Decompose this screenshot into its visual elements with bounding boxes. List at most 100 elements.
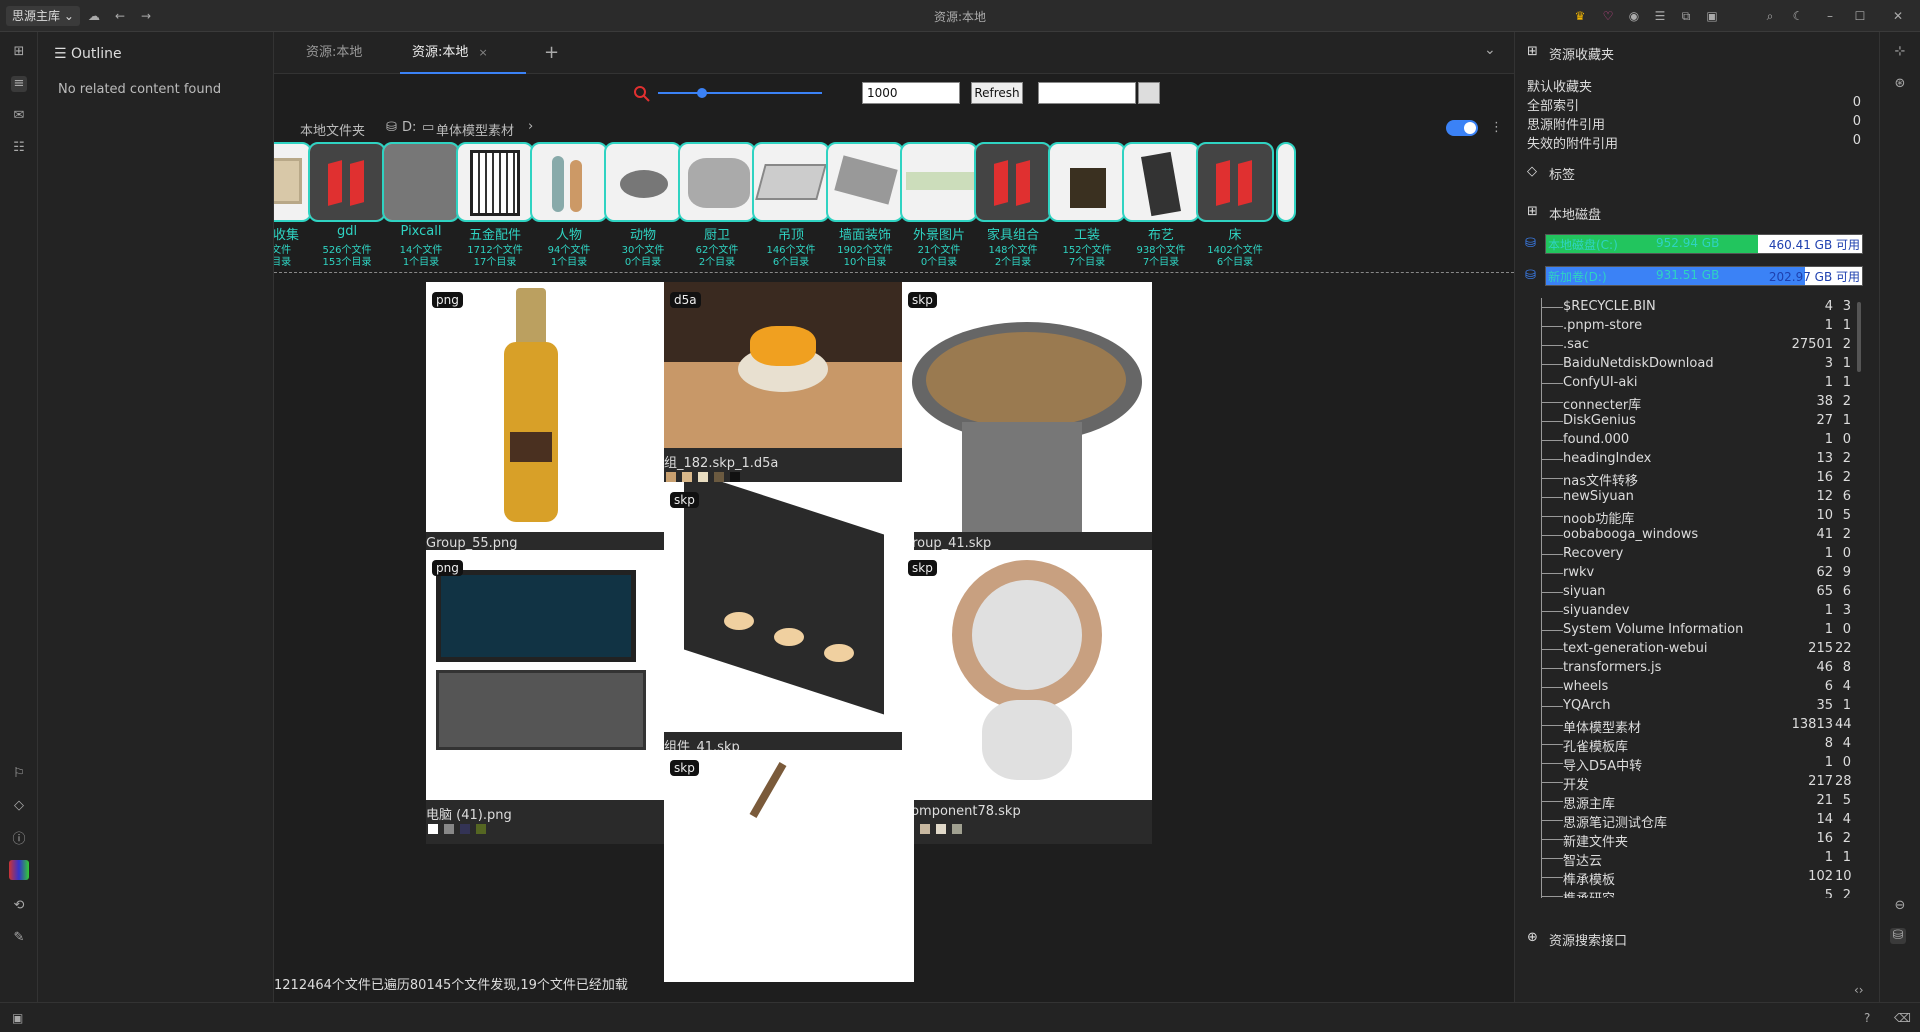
tab-list-chevron-icon[interactable]: ⌄ <box>1484 42 1496 58</box>
folder-card[interactable]: gdl 526个文件 153个目录 <box>306 140 388 268</box>
tree-folder-item[interactable]: noob功能库 10 5 <box>1515 507 1855 527</box>
list-icon[interactable]: ☰ <box>1652 8 1668 24</box>
tree-folder-item[interactable]: 榫承研究 5 2 <box>1515 887 1855 898</box>
heart-icon[interactable]: ♡ <box>1600 8 1616 24</box>
tree-folder-item[interactable]: DiskGenius 27 1 <box>1515 412 1855 431</box>
tree-folder-item[interactable]: Recovery 1 0 <box>1515 545 1855 564</box>
folder-card[interactable]: 床 1402个文件 6个目录 <box>1194 140 1276 268</box>
tab-close-icon[interactable]: × <box>479 46 488 59</box>
tree-folder-item[interactable]: .sac 27501 2 <box>1515 336 1855 355</box>
folder-card[interactable]: 吊顶 146个文件 6个目录 <box>750 140 832 268</box>
tag-icon[interactable]: ◇ <box>11 798 27 814</box>
tree-folder-item[interactable]: BaiduNetdiskDownload 3 1 <box>1515 355 1855 374</box>
asset-card[interactable]: skp 组件_41.skp <box>664 482 914 776</box>
favorite-item[interactable]: 失效的附件引用 <box>1527 133 1618 152</box>
tree-folder-item[interactable]: 思源笔记测试仓库 14 4 <box>1515 811 1855 831</box>
tree-folder-item[interactable]: $RECYCLE.BIN 4 3 <box>1515 298 1855 317</box>
terminal-icon[interactable]: ▣ <box>1704 8 1720 24</box>
tree-folder-item[interactable]: wheels 6 4 <box>1515 678 1855 697</box>
code-icon[interactable]: ‹› <box>1854 983 1864 997</box>
dock-toggle-icon[interactable]: ▣ <box>12 1011 23 1025</box>
tab-resource-local-1[interactable]: 资源:本地 <box>294 32 374 74</box>
brush-icon[interactable]: ✎ <box>11 930 27 946</box>
minimize-icon[interactable]: – <box>1822 8 1838 24</box>
tree-folder-item[interactable]: 孔雀模板库 8 4 <box>1515 735 1855 755</box>
folder-card[interactable]: 布艺 938个文件 7个目录 <box>1120 140 1202 268</box>
info-icon[interactable]: ⓘ <box>11 832 27 848</box>
tree-folder-item[interactable]: 新建文件夹 16 2 <box>1515 830 1855 850</box>
tree-folder-item[interactable]: nas文件转移 16 2 <box>1515 469 1855 489</box>
maximize-icon[interactable]: ☐ <box>1852 8 1868 24</box>
zoom-slider-thumb[interactable] <box>697 88 707 98</box>
github-icon[interactable]: ◉ <box>1626 8 1642 24</box>
disk-usage-bar[interactable]: 新加卷(D:) 931.51 GB 202.97 GB 可用 <box>1545 266 1863 286</box>
folder-card-partial[interactable] <box>1276 142 1296 222</box>
breadcrumb-drive[interactable]: D: <box>402 120 416 135</box>
crown-icon[interactable]: ♛ <box>1572 8 1588 24</box>
asset-card[interactable]: skp <box>664 750 914 982</box>
tree-folder-item[interactable]: 导入D5A中转 1 0 <box>1515 754 1855 774</box>
dock-database-icon[interactable]: ⛁ <box>1890 928 1906 944</box>
asset-card[interactable]: skp Group_41.skp <box>902 282 1152 576</box>
tree-scrollbar[interactable] <box>1857 302 1861 372</box>
tree-folder-item[interactable]: System Volume Information 1 0 <box>1515 621 1855 640</box>
tree-folder-item[interactable]: YQArch 35 1 <box>1515 697 1855 716</box>
tree-folder-item[interactable]: text-generation-webui 215 22 <box>1515 640 1855 659</box>
disk-usage-bar[interactable]: 本地磁盘(C:) 952.94 GB 460.41 GB 可用 <box>1545 234 1863 254</box>
tree-folder-item[interactable]: headingIndex 13 2 <box>1515 450 1855 469</box>
search-input[interactable] <box>1038 82 1136 104</box>
tree-folder-item[interactable]: connecter库 38 2 <box>1515 393 1855 413</box>
puzzle-icon[interactable]: ⧉ <box>1678 8 1694 24</box>
folder-card[interactable]: 厨卫 62个文件 2个目录 <box>676 140 758 268</box>
folder-card[interactable]: 五金配件 1712个文件 17个目录 <box>454 140 536 268</box>
tree-folder-item[interactable]: 单体模型素材 13813 44 <box>1515 716 1855 736</box>
tree-folder-item[interactable]: found.000 1 0 <box>1515 431 1855 450</box>
folder-card[interactable]: 动物 30个文件 0个目录 <box>602 140 684 268</box>
moon-icon[interactable]: ☾ <box>1790 8 1806 24</box>
folder-card[interactable]: 外景图片 21个文件 0个目录 <box>898 140 980 268</box>
folder-card[interactable]: Pixcall 14个文件 1个目录 <box>380 140 462 268</box>
dock-link-icon[interactable]: ⊖ <box>1892 898 1908 914</box>
tree-folder-item[interactable]: newSiyuan 12 6 <box>1515 488 1855 507</box>
refresh-button[interactable]: Refresh <box>971 82 1023 104</box>
zoom-slider-track[interactable] <box>658 92 822 94</box>
tree-folder-item[interactable]: siyuan 65 6 <box>1515 583 1855 602</box>
chevron-right-icon[interactable]: › <box>528 119 533 134</box>
folder-card[interactable]: 家具组合 148个文件 2个目录 <box>972 140 1054 268</box>
tab-resource-local-2[interactable]: 资源:本地 × <box>400 32 526 74</box>
favorite-item[interactable]: 全部索引 <box>1527 95 1579 114</box>
tags-title[interactable]: 标签 <box>1549 164 1575 183</box>
breadcrumb-root[interactable]: 本地文件夹 <box>300 120 365 139</box>
favorite-item[interactable]: 默认收藏夹 <box>1527 76 1592 95</box>
help-icon[interactable]: ? <box>1864 1011 1870 1025</box>
tree-folder-item[interactable]: ConfyUI-aki 1 1 <box>1515 374 1855 393</box>
asset-card[interactable]: skp Component78.skp <box>902 550 1152 844</box>
tree-folder-item[interactable]: transformers.js 46 8 <box>1515 659 1855 678</box>
dock-graph-icon[interactable]: ⊛ <box>1892 76 1908 92</box>
tags-list-icon[interactable]: ☷ <box>11 140 27 156</box>
tree-folder-item[interactable]: siyuandev 1 3 <box>1515 602 1855 621</box>
limit-input[interactable] <box>862 82 960 104</box>
close-icon[interactable]: ✕ <box>1890 8 1906 24</box>
add-tab-icon[interactable]: + <box>544 42 559 63</box>
folder-card[interactable]: 工装 152个文件 7个目录 <box>1046 140 1128 268</box>
tree-folder-item[interactable]: .pnpm-store 1 1 <box>1515 317 1855 336</box>
more-icon[interactable]: ⋮ <box>1490 120 1503 135</box>
asset-card[interactable]: d5a 组_182.skp_1.d5a <box>664 282 914 492</box>
tree-folder-item[interactable]: 开发 217 28 <box>1515 773 1855 793</box>
inbox-icon[interactable]: ✉ <box>11 108 27 124</box>
tree-folder-item[interactable]: 思源主库 21 5 <box>1515 792 1855 812</box>
tree-folder-item[interactable]: 智达云 1 1 <box>1515 849 1855 869</box>
tree-folder-item[interactable]: rwkv 62 9 <box>1515 564 1855 583</box>
tree-folder-item[interactable]: oobabooga_windows 41 2 <box>1515 526 1855 545</box>
dock-resource-icon[interactable]: ⊹ <box>1892 44 1908 60</box>
search-submit-button[interactable] <box>1138 82 1160 104</box>
plugin-icon[interactable] <box>9 860 29 880</box>
folder-card[interactable]: 墙面装饰 1902个文件 10个目录 <box>824 140 906 268</box>
link-icon[interactable]: ⟲ <box>11 898 27 914</box>
asset-card[interactable]: png 电脑 (41).png <box>426 550 676 844</box>
breadcrumb-folder[interactable]: 单体模型素材 <box>436 120 514 139</box>
folder-card[interactable]: 人物 94个文件 1个目录 <box>528 140 610 268</box>
search-icon[interactable]: ⌕ <box>1762 8 1778 24</box>
search-api-title[interactable]: 资源搜索接口 <box>1549 930 1627 949</box>
